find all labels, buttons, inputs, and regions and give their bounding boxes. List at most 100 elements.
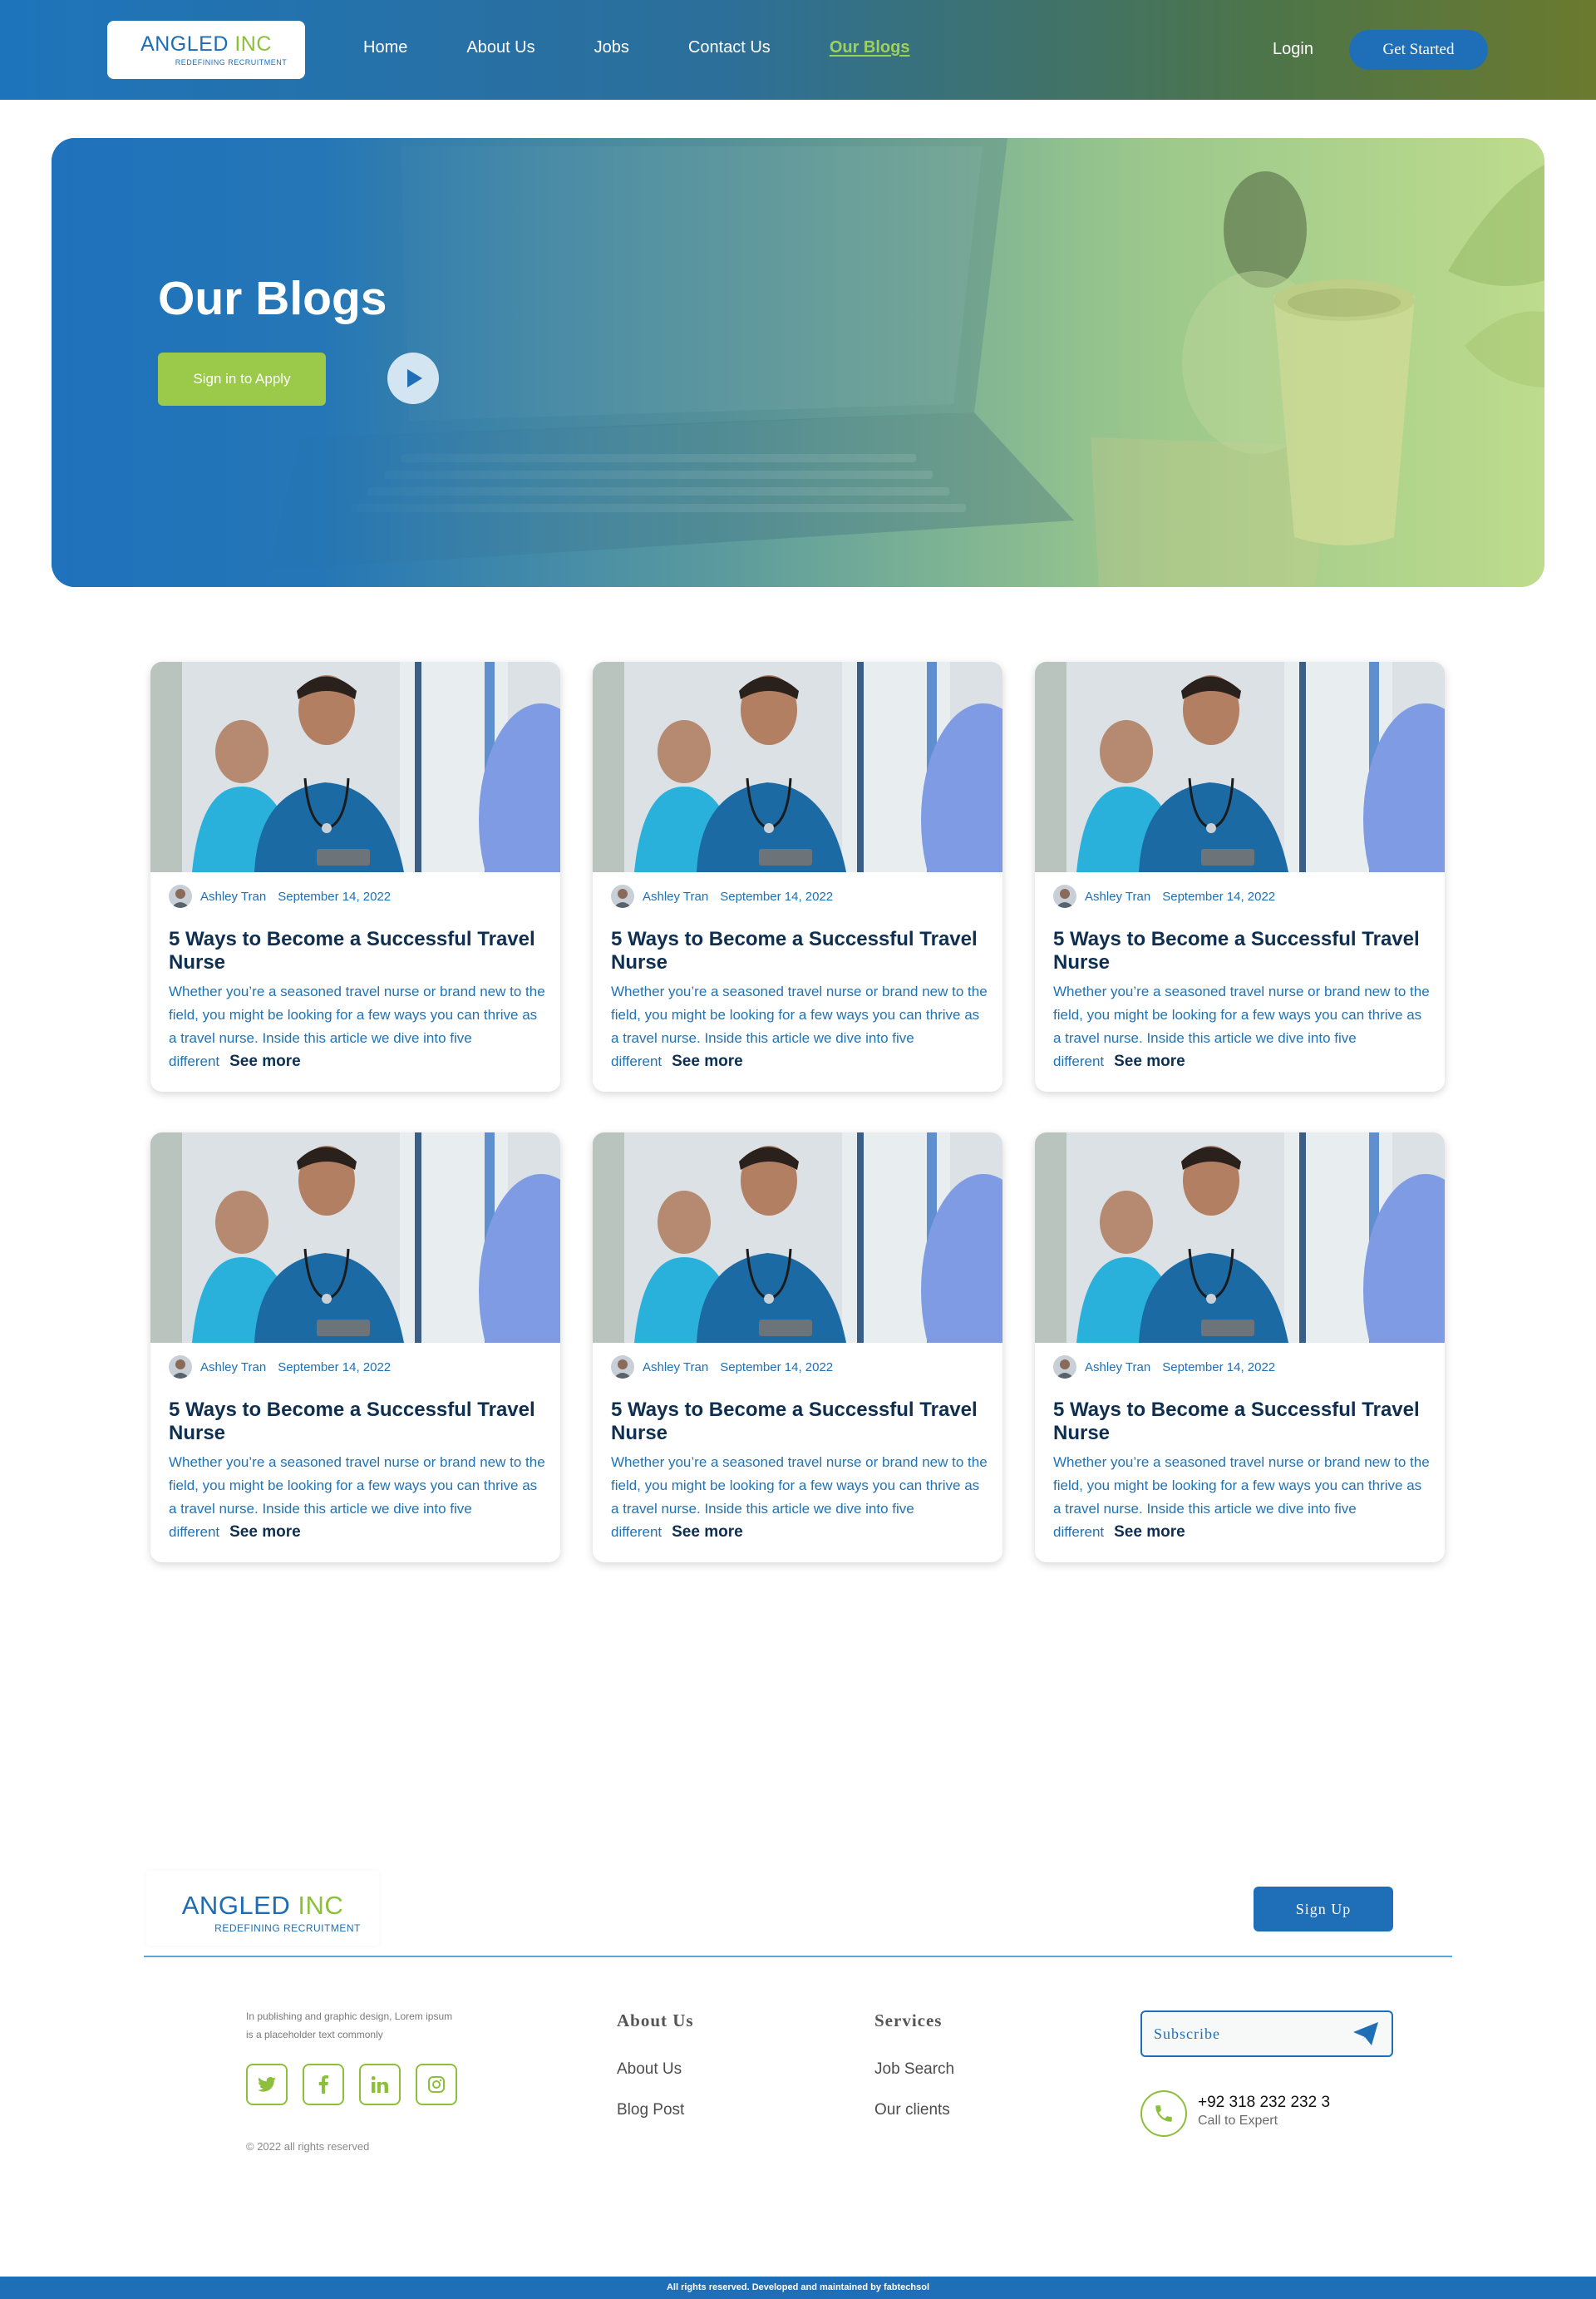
see-more-link[interactable]: See more xyxy=(672,1053,743,1070)
footer-link-about-us[interactable]: About Us xyxy=(617,2060,682,2079)
author-avatar xyxy=(611,1355,634,1379)
blog-card-excerpt-text: Whether you’re a seasoned travel nurse o… xyxy=(611,984,988,1069)
post-date: September 14, 2022 xyxy=(278,889,392,904)
footer-link-blog-post[interactable]: Blog Post xyxy=(617,2101,684,2119)
see-more-link[interactable]: See more xyxy=(229,1053,301,1070)
blog-card-meta: Ashley Tran September 14, 2022 xyxy=(1053,885,1275,908)
nav-home[interactable]: Home xyxy=(363,38,407,57)
author-avatar xyxy=(169,1355,192,1379)
sign-up-button[interactable]: Sign Up xyxy=(1254,1887,1393,1931)
blog-card-title[interactable]: 5 Ways to Become a Successful Travel Nur… xyxy=(1053,1399,1427,1445)
instagram-link[interactable] xyxy=(416,2064,457,2105)
blog-card[interactable]: Ashley Tran September 14, 2022 5 Ways to… xyxy=(150,662,560,1092)
blog-card-excerpt-text: Whether you’re a seasoned travel nurse o… xyxy=(611,1454,988,1540)
blog-card-meta: Ashley Tran September 14, 2022 xyxy=(169,885,391,908)
post-date: September 14, 2022 xyxy=(720,889,834,904)
subscribe-input[interactable] xyxy=(1154,2022,1337,2045)
footer-logo-tagline: REDEFINING RECRUITMENT xyxy=(214,1922,361,1934)
nav-contact-us[interactable]: Contact Us xyxy=(688,38,771,57)
blog-card-image xyxy=(150,1132,560,1343)
blog-card[interactable]: Ashley Tran September 14, 2022 5 Ways to… xyxy=(1035,662,1445,1092)
blog-card-excerpt: Whether you’re a seasoned travel nurse o… xyxy=(1053,1451,1431,1544)
blog-card-excerpt-text: Whether you’re a seasoned travel nurse o… xyxy=(169,1454,545,1540)
social-links xyxy=(246,2064,457,2105)
logo-tagline: REDEFINING RECRUITMENT xyxy=(175,58,288,67)
blog-card-excerpt: Whether you’re a seasoned travel nurse o… xyxy=(1053,980,1431,1073)
see-more-link[interactable]: See more xyxy=(1114,1053,1185,1070)
hero-banner: Our Blogs Sign in to Apply xyxy=(52,138,1544,587)
blog-card[interactable]: Ashley Tran September 14, 2022 5 Ways to… xyxy=(150,1132,560,1562)
logo-wordmark: ANGLED INC xyxy=(140,32,272,56)
blog-card-image xyxy=(1035,1132,1445,1343)
blog-card-image xyxy=(1035,662,1445,872)
subscribe-form xyxy=(1140,2010,1393,2057)
author-name[interactable]: Ashley Tran xyxy=(643,890,708,904)
bottom-credit-bar: All rights reserved. Developed and maint… xyxy=(0,2277,1596,2299)
phone-caption: Call to Expert xyxy=(1198,2114,1278,2128)
see-more-link[interactable]: See more xyxy=(229,1523,301,1541)
get-started-button[interactable]: Get Started xyxy=(1349,30,1488,70)
footer-link-job-search[interactable]: Job Search xyxy=(874,2060,954,2079)
blog-card[interactable]: Ashley Tran September 14, 2022 5 Ways to… xyxy=(593,662,1002,1092)
facebook-icon xyxy=(318,2075,328,2094)
blog-card-meta: Ashley Tran September 14, 2022 xyxy=(611,1355,833,1379)
footer-services-heading: Services xyxy=(874,2010,943,2030)
nav-jobs[interactable]: Jobs xyxy=(594,38,629,57)
blog-card-meta: Ashley Tran September 14, 2022 xyxy=(611,885,833,908)
instagram-icon xyxy=(428,2076,445,2093)
author-avatar xyxy=(169,885,192,908)
twitter-link[interactable] xyxy=(246,2064,288,2105)
post-date: September 14, 2022 xyxy=(278,1359,392,1374)
phone-icon xyxy=(1155,2105,1172,2122)
phone-number[interactable]: +92 318 232 232 3 xyxy=(1198,2094,1330,2112)
send-icon[interactable] xyxy=(1353,2022,1378,2045)
footer-about-heading: About Us xyxy=(617,2010,694,2030)
main-nav: Home About Us Jobs Contact Us Our Blogs xyxy=(363,38,968,57)
blog-card-image xyxy=(593,1132,1002,1343)
blog-card-image xyxy=(593,662,1002,872)
login-link[interactable]: Login xyxy=(1273,40,1313,59)
footer-link-our-clients[interactable]: Our clients xyxy=(874,2101,950,2119)
linkedin-link[interactable] xyxy=(359,2064,401,2105)
author-name[interactable]: Ashley Tran xyxy=(643,1360,708,1374)
author-avatar xyxy=(1053,1355,1076,1379)
blog-card[interactable]: Ashley Tran September 14, 2022 5 Ways to… xyxy=(593,1132,1002,1562)
blog-card-title[interactable]: 5 Ways to Become a Successful Travel Nur… xyxy=(169,928,543,974)
top-navbar: ANGLED INC REDEFINING RECRUITMENT Home A… xyxy=(0,0,1596,100)
brand-logo[interactable]: ANGLED INC REDEFINING RECRUITMENT xyxy=(107,21,305,79)
nav-about-us[interactable]: About Us xyxy=(466,38,534,57)
blog-card-excerpt-text: Whether you’re a seasoned travel nurse o… xyxy=(1053,1454,1430,1540)
blog-card-title[interactable]: 5 Ways to Become a Successful Travel Nur… xyxy=(611,1399,985,1445)
blog-card[interactable]: Ashley Tran September 14, 2022 5 Ways to… xyxy=(1035,1132,1445,1562)
post-date: September 14, 2022 xyxy=(720,1359,834,1374)
see-more-link[interactable]: See more xyxy=(1114,1523,1185,1541)
footer-divider xyxy=(144,1956,1452,1957)
sign-in-to-apply-button[interactable]: Sign in to Apply xyxy=(158,353,326,406)
page-title: Our Blogs xyxy=(158,272,387,325)
nav-our-blogs[interactable]: Our Blogs xyxy=(830,38,910,57)
blog-card-excerpt: Whether you’re a seasoned travel nurse o… xyxy=(611,1451,989,1544)
post-date: September 14, 2022 xyxy=(1162,1359,1276,1374)
author-name[interactable]: Ashley Tran xyxy=(1085,1360,1150,1374)
blog-card-title[interactable]: 5 Ways to Become a Successful Travel Nur… xyxy=(611,928,985,974)
blog-card-excerpt-text: Whether you’re a seasoned travel nurse o… xyxy=(1053,984,1430,1069)
footer-copyright: © 2022 all rights reserved xyxy=(246,2140,370,2153)
blog-card-title[interactable]: 5 Ways to Become a Successful Travel Nur… xyxy=(169,1399,543,1445)
phone-button[interactable] xyxy=(1140,2090,1187,2137)
facebook-link[interactable] xyxy=(303,2064,344,2105)
linkedin-icon xyxy=(372,2076,388,2093)
author-name[interactable]: Ashley Tran xyxy=(1085,890,1150,904)
author-name[interactable]: Ashley Tran xyxy=(200,890,266,904)
blog-card-title[interactable]: 5 Ways to Become a Successful Travel Nur… xyxy=(1053,928,1427,974)
twitter-icon xyxy=(258,2076,276,2092)
play-video-button[interactable] xyxy=(387,353,439,404)
play-icon xyxy=(407,369,422,387)
footer-logo[interactable]: ANGLED INC REDEFINING RECRUITMENT xyxy=(146,1871,379,1946)
blog-card-image xyxy=(150,662,560,872)
author-avatar xyxy=(611,885,634,908)
author-name[interactable]: Ashley Tran xyxy=(200,1360,266,1374)
blog-card-excerpt: Whether you’re a seasoned travel nurse o… xyxy=(611,980,989,1073)
see-more-link[interactable]: See more xyxy=(672,1523,743,1541)
author-avatar xyxy=(1053,885,1076,908)
post-date: September 14, 2022 xyxy=(1162,889,1276,904)
